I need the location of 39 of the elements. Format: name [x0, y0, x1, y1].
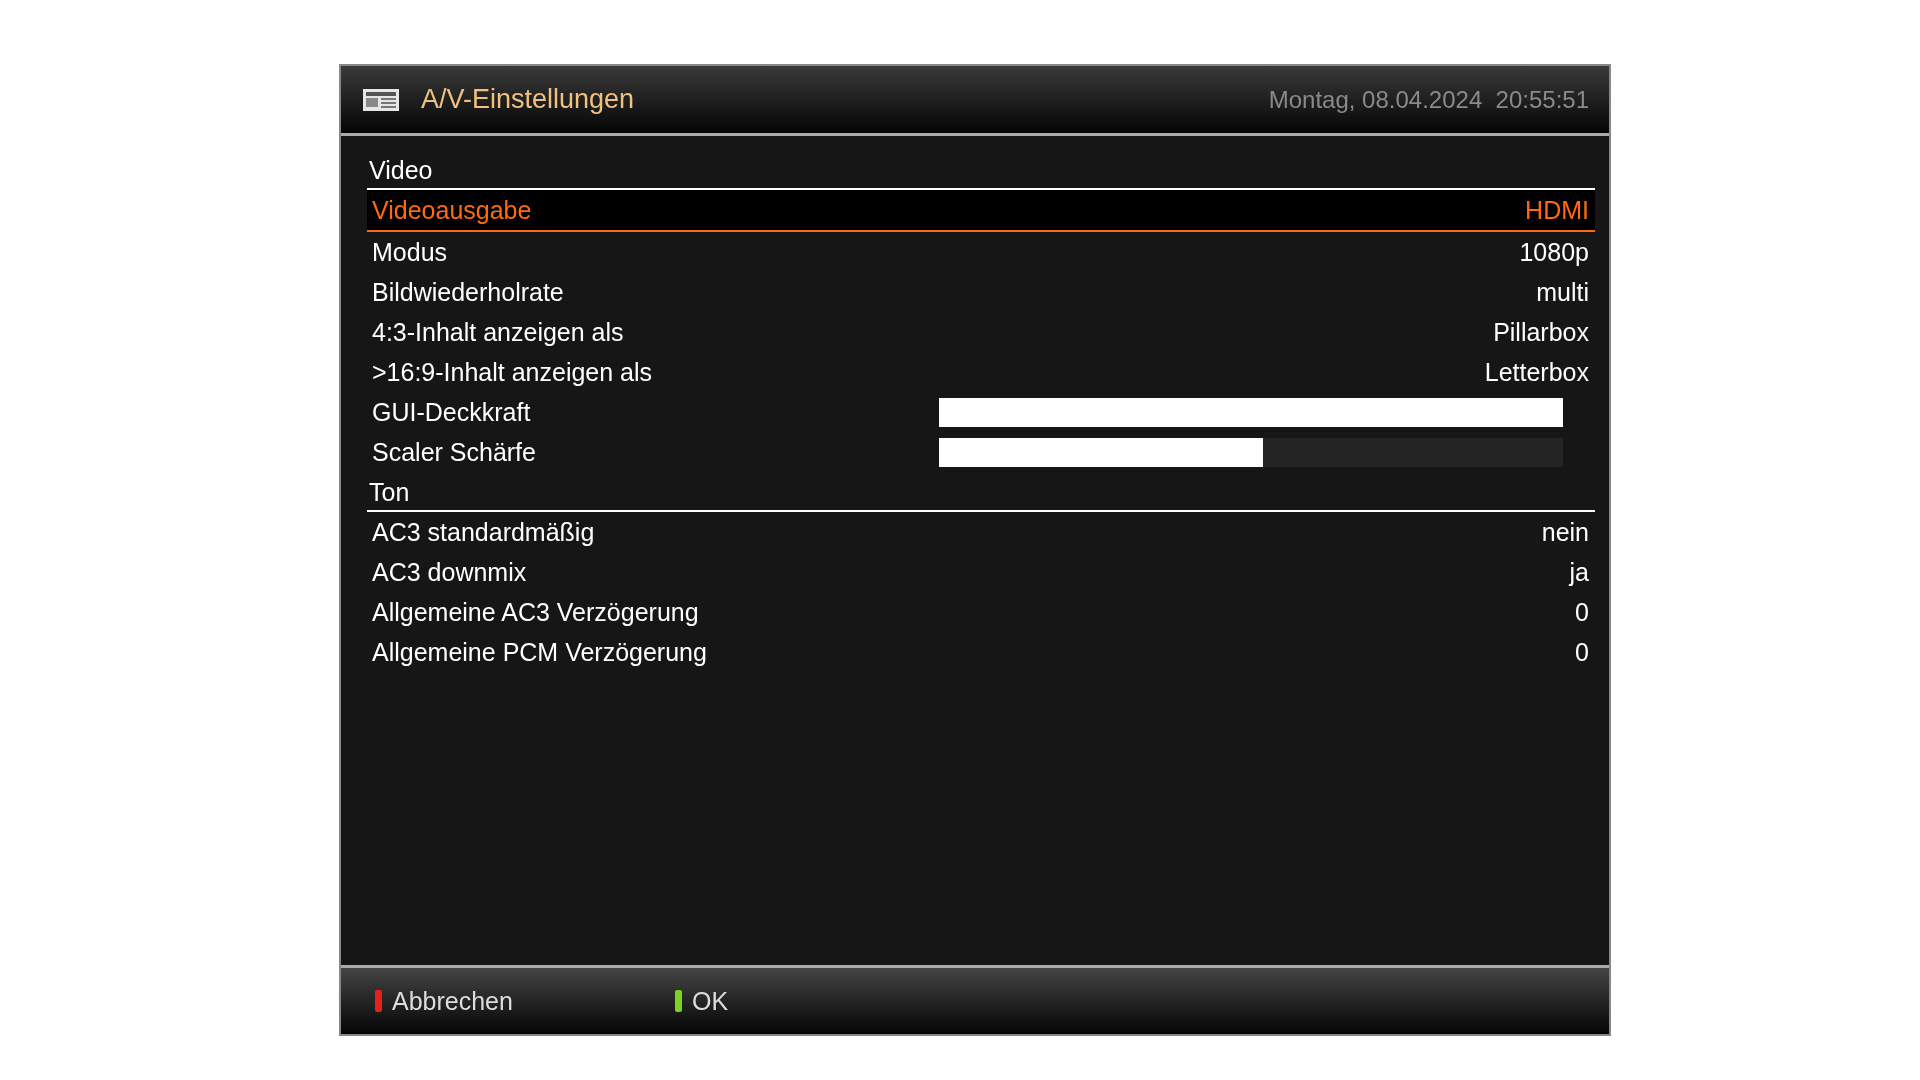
setting-row[interactable]: GUI-Deckkraft [367, 392, 1595, 432]
footer-button[interactable]: Abbrechen [375, 986, 675, 1016]
setting-row[interactable]: Bildwiederholrate multi [367, 272, 1595, 312]
setting-label: >16:9-Inhalt anzeigen als [372, 357, 653, 387]
date-time: Montag, 08.04.2024 20:55:51 [1268, 85, 1589, 114]
setting-row[interactable]: 4:3-Inhalt anzeigen als Pillarbox [367, 312, 1595, 352]
setting-label: AC3 downmix [372, 557, 527, 587]
setting-value: 0 [1575, 597, 1589, 627]
setting-label: GUI-Deckkraft [372, 397, 531, 427]
setting-label: Scaler Schärfe [372, 437, 536, 467]
setting-row[interactable]: AC3 standardmäßig nein [367, 512, 1595, 552]
setting-row[interactable]: >16:9-Inhalt anzeigen als Letterbox [367, 352, 1595, 392]
setting-row[interactable]: Scaler Schärfe [367, 432, 1595, 472]
setting-value: 0 [1575, 637, 1589, 667]
setting-value: HDMI [1525, 195, 1589, 225]
setting-row[interactable]: Allgemeine PCM Verzögerung 0 [367, 632, 1595, 672]
setting-row[interactable]: Allgemeine AC3 Verzögerung 0 [367, 592, 1595, 632]
setting-label: Allgemeine PCM Verzögerung [372, 637, 707, 667]
setting-value: nein [1541, 517, 1589, 547]
setting-label: Bildwiederholrate [372, 277, 564, 307]
setting-row[interactable]: Modus 1080p [367, 232, 1595, 272]
setting-label: Allgemeine AC3 Verzögerung [372, 597, 699, 627]
setting-value: multi [1536, 277, 1589, 307]
slider-fill[interactable] [939, 437, 1264, 467]
setting-value: ja [1569, 557, 1589, 587]
setting-label: AC3 standardmäßig [372, 517, 595, 547]
footer-button[interactable]: OK [675, 986, 975, 1016]
setting-row[interactable]: Videoausgabe HDMI [367, 190, 1595, 232]
setting-row[interactable]: AC3 downmix ja [367, 552, 1595, 592]
slider-fill[interactable] [939, 397, 1563, 427]
setting-label: 4:3-Inhalt anzeigen als [372, 317, 624, 347]
newspaper-icon [363, 88, 399, 111]
setting-label: Modus [372, 237, 448, 267]
setting-label: Videoausgabe [372, 195, 532, 225]
setting-value: Pillarbox [1493, 317, 1589, 347]
section-header: Ton [367, 472, 1595, 512]
setting-value: 1080p [1519, 237, 1589, 267]
setting-value: Letterbox [1484, 357, 1589, 387]
window-title: A/V-Einstellungen [421, 84, 635, 115]
